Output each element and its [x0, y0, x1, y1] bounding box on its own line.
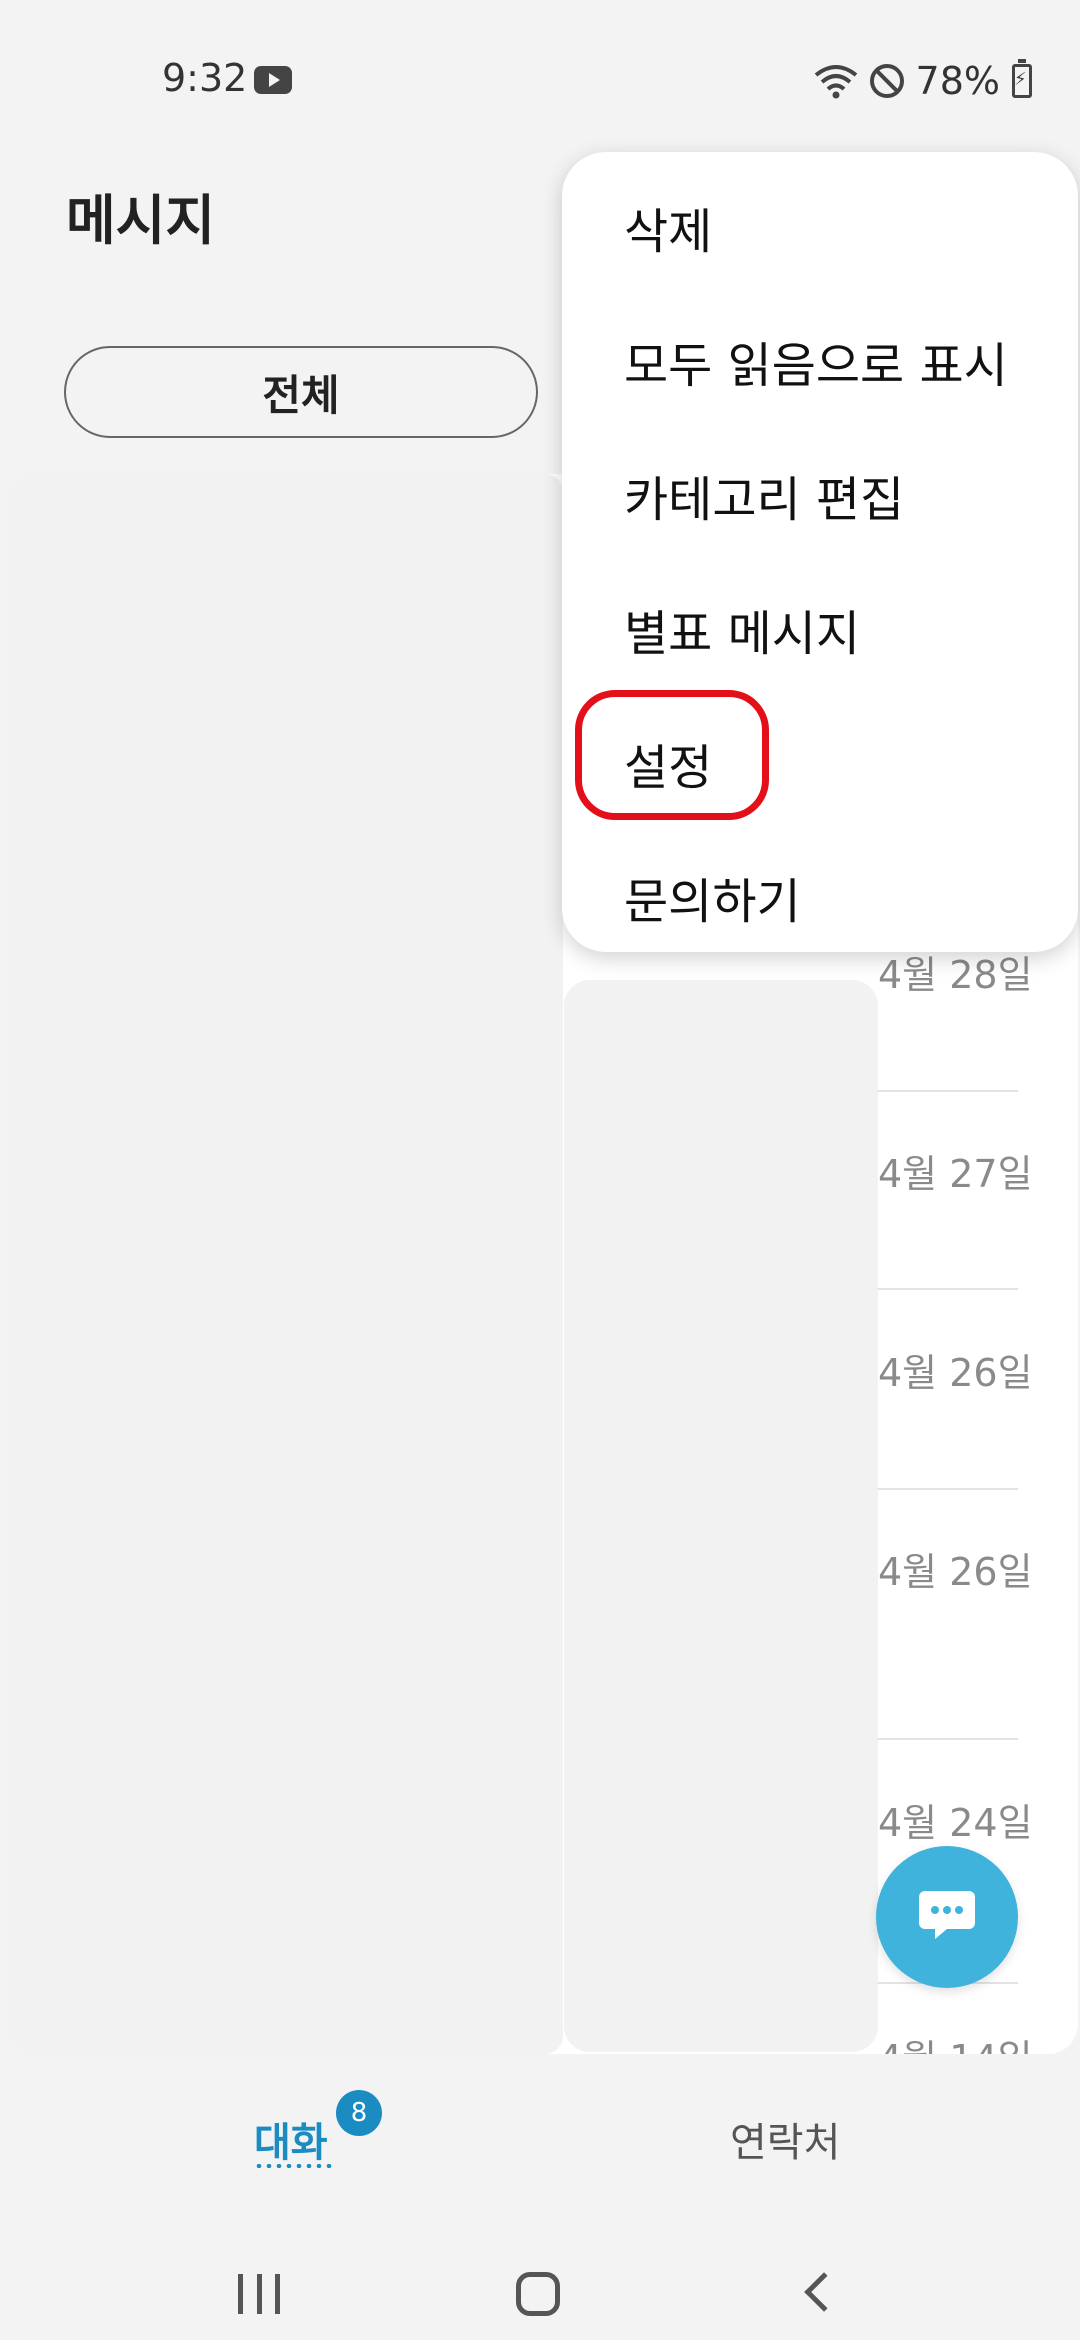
compose-message-button[interactable]: [876, 1846, 1018, 1988]
battery-percent: 78%: [915, 59, 1000, 103]
conversation-date: 4월 24일: [878, 1801, 1033, 1845]
menu-item-delete[interactable]: 삭제: [562, 160, 1078, 294]
wifi-icon: [814, 61, 858, 101]
settings-highlight-annotation: [575, 690, 769, 820]
menu-item-edit-categories[interactable]: 카테고리 편집: [562, 428, 1078, 562]
menu-item-starred-messages[interactable]: 별표 메시지: [562, 562, 1078, 696]
redacted-region: [8, 474, 563, 2054]
home-icon[interactable]: [516, 2272, 560, 2316]
system-nav-bar: [0, 2200, 1080, 2340]
tab-conversations-label: 대화: [254, 2120, 328, 2166]
status-time: 9:32: [162, 56, 248, 100]
tab-conversations[interactable]: 대화 8: [200, 2080, 400, 2190]
conversation-date: 4월 26일: [878, 1550, 1033, 1594]
active-tab-indicator: [254, 2164, 334, 2168]
menu-item-mark-all-read[interactable]: 모두 읽음으로 표시: [562, 294, 1078, 428]
dnd-icon: [869, 64, 904, 98]
page-title: 메시지: [66, 189, 216, 252]
conversation-date: 4월 26일: [878, 1351, 1033, 1395]
unread-badge: 8: [336, 2090, 382, 2136]
new-message-icon: [917, 1887, 977, 1947]
bottom-nav: [0, 2060, 1080, 2190]
overflow-menu: 삭제 모두 읽음으로 표시 카테고리 편집 별표 메시지 설정 문의하기: [562, 152, 1078, 952]
tab-contacts[interactable]: 연락처: [730, 2110, 840, 2168]
battery-icon: [1012, 59, 1032, 98]
youtube-icon: [254, 66, 292, 94]
back-icon[interactable]: [804, 2272, 844, 2312]
conversation-date: 4월 27일: [878, 1152, 1033, 1196]
status-icons: 78%: [814, 56, 1032, 106]
status-bar: 9:32 78%: [0, 0, 1080, 160]
menu-item-contact-us[interactable]: 문의하기: [562, 830, 1078, 964]
row-divider: [878, 1288, 1018, 1290]
category-filter-button[interactable]: 전체: [64, 346, 538, 438]
conversation-date: 4월 14일: [878, 2028, 1033, 2054]
row-divider: [878, 1738, 1018, 1740]
row-divider: [878, 1090, 1018, 1092]
recents-icon[interactable]: [238, 2274, 280, 2314]
row-divider: [878, 1488, 1018, 1490]
redacted-region: [564, 980, 878, 2052]
